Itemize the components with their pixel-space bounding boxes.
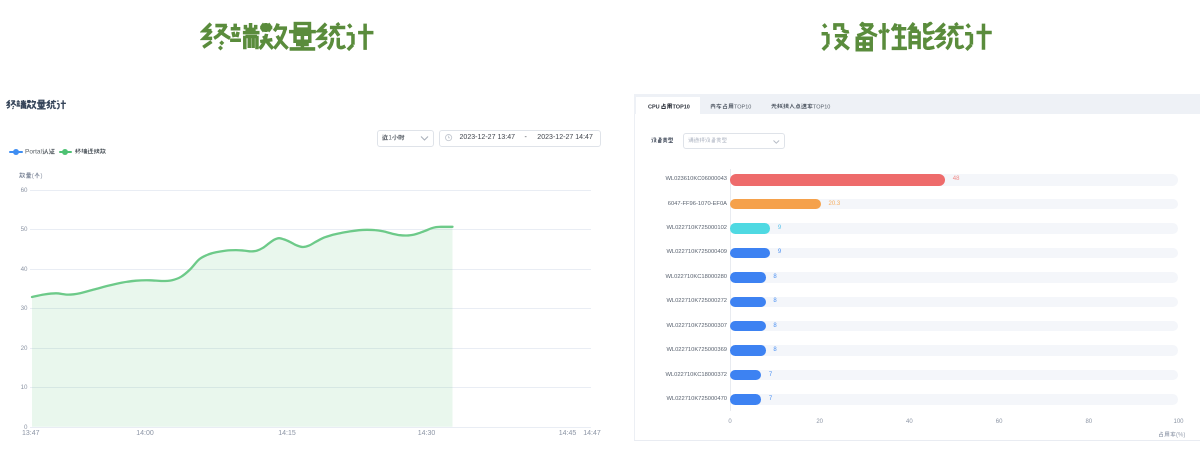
svg-text:CPU: CPU — [648, 105, 660, 111]
svg-text:(%): (%) — [1176, 433, 1185, 439]
svg-text:TOP10: TOP10 — [734, 105, 751, 111]
svg-text:TOP10: TOP10 — [813, 105, 830, 111]
svg-text:TOP10: TOP10 — [673, 105, 690, 111]
